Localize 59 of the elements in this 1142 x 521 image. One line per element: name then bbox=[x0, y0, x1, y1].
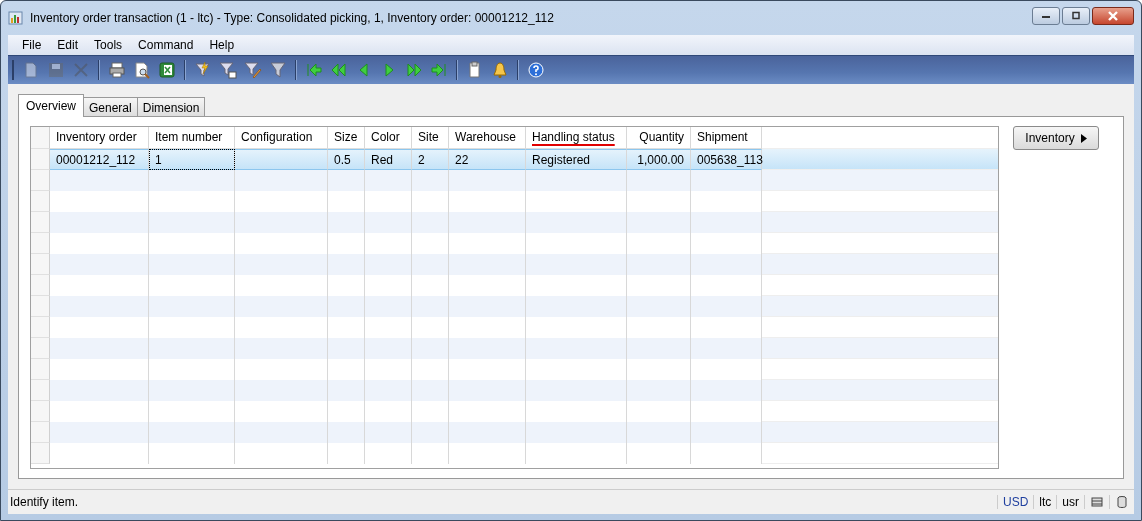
column-header[interactable]: Size bbox=[328, 127, 365, 149]
table-row[interactable]: 00001212_112 1 0.5 Red 2 22 Registered 1,000.00 005638_113 bbox=[31, 149, 998, 170]
row-header[interactable] bbox=[31, 170, 50, 191]
row-header[interactable] bbox=[31, 401, 50, 422]
row-header[interactable] bbox=[31, 149, 50, 170]
help-icon[interactable] bbox=[525, 59, 547, 81]
menu-item[interactable]: Tools bbox=[86, 38, 131, 52]
menu-item[interactable]: File bbox=[14, 38, 50, 52]
user-indicator[interactable]: usr bbox=[1056, 495, 1084, 509]
row-header[interactable] bbox=[31, 338, 50, 359]
inventory-button[interactable]: Inventory bbox=[1013, 126, 1099, 150]
table-cell: 00001212_112 bbox=[50, 149, 149, 170]
company-indicator[interactable]: ltc bbox=[1033, 495, 1057, 509]
row-header[interactable] bbox=[31, 275, 50, 296]
menu-item[interactable]: Command bbox=[130, 38, 202, 52]
filter-icon[interactable] bbox=[267, 59, 289, 81]
row-header[interactable] bbox=[31, 212, 50, 233]
column-header[interactable]: Site bbox=[412, 127, 449, 149]
database-icon[interactable] bbox=[1115, 495, 1129, 509]
maximize-button[interactable] bbox=[1062, 7, 1090, 25]
row-header[interactable] bbox=[31, 317, 50, 338]
arrow-icon bbox=[1080, 133, 1087, 143]
filter-icon[interactable] bbox=[242, 59, 264, 81]
column-header[interactable]: Shipment bbox=[691, 127, 762, 149]
row-header[interactable] bbox=[31, 422, 50, 443]
excel-icon[interactable] bbox=[156, 59, 178, 81]
minimize-button[interactable] bbox=[1032, 7, 1060, 25]
status-message: Identify item. bbox=[9, 495, 80, 509]
database-icon[interactable] bbox=[1090, 495, 1104, 509]
print-icon[interactable] bbox=[106, 59, 128, 81]
filter-icon[interactable] bbox=[217, 59, 239, 81]
column-header[interactable]: Handling status bbox=[526, 127, 627, 149]
row-header[interactable] bbox=[31, 191, 50, 212]
row-header[interactable] bbox=[31, 443, 50, 464]
column-header[interactable]: Quantity bbox=[627, 127, 691, 149]
tab[interactable]: Overview bbox=[18, 94, 84, 117]
row-header[interactable] bbox=[31, 127, 50, 149]
menu-item[interactable]: Help bbox=[201, 38, 243, 52]
column-header[interactable]: Item number bbox=[149, 127, 235, 149]
column-header[interactable]: Configuration bbox=[235, 127, 328, 149]
tab[interactable]: General bbox=[83, 97, 138, 117]
currency-indicator[interactable]: USD bbox=[997, 495, 1034, 509]
table-cell: Registered bbox=[526, 149, 627, 170]
row-header[interactable] bbox=[31, 233, 50, 254]
menu-item[interactable]: Edit bbox=[49, 38, 87, 52]
table-cell: 1 bbox=[149, 149, 235, 170]
app-icon bbox=[8, 10, 24, 26]
maximize-icon bbox=[1070, 11, 1082, 21]
row-header[interactable] bbox=[31, 254, 50, 275]
column-header[interactable]: Color bbox=[365, 127, 412, 149]
row-header[interactable] bbox=[31, 359, 50, 380]
close-button[interactable] bbox=[1092, 7, 1134, 25]
row-header[interactable] bbox=[31, 296, 50, 317]
close-icon bbox=[1106, 10, 1120, 22]
column-header[interactable]: Warehouse bbox=[449, 127, 526, 149]
tab[interactable]: Dimension bbox=[136, 97, 206, 117]
row-header[interactable] bbox=[31, 380, 50, 401]
window-title: Inventory order transaction (1 - ltc) - Type: Consolidated picking, 1, Inventory order: 00001212_112 bbox=[30, 11, 555, 25]
column-header[interactable]: Inventory order bbox=[50, 127, 149, 149]
